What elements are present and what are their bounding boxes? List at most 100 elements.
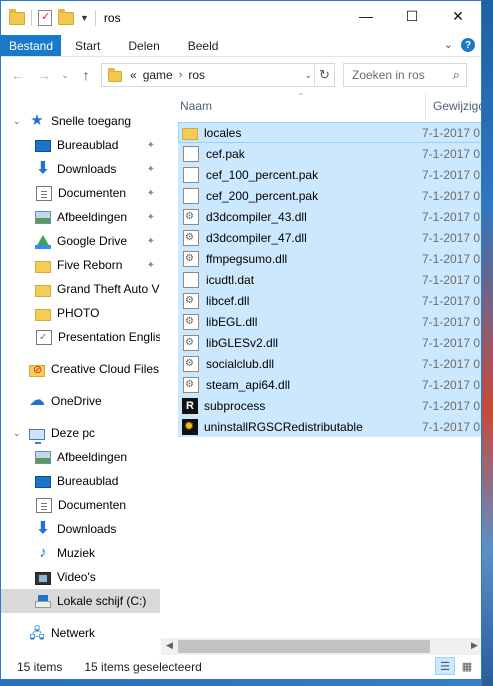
file-row[interactable]: socialclub.dll 7-1-2017 0:00 [178,353,481,374]
properties-icon[interactable] [38,10,52,26]
download-icon: ⬇ [36,520,50,537]
nav-pc-afbeeldingen[interactable]: Afbeeldingen [1,445,160,469]
onedrive-icon: ☁ [29,392,45,409]
sort-ascending-icon: ^ [299,93,303,100]
back-arrow-icon[interactable]: ← [7,67,29,83]
documents-icon [36,185,52,201]
nav-creative-cloud[interactable]: Creative Cloud Files [1,357,160,381]
maximize-button[interactable]: ☐ [389,1,435,31]
nav-item-downloads[interactable]: ⬇ Downloads ✦ [1,157,160,181]
address-bar[interactable]: « game › ros ⌄ ↻ [101,63,335,87]
drive-icon [35,595,51,608]
minimize-button[interactable]: — [343,1,389,31]
pin-icon[interactable]: ✦ [147,212,155,223]
breadcrumb-overflow[interactable]: « [130,68,137,82]
address-dropdown-icon[interactable]: ⌄ [304,70,312,81]
column-headers: ^ Naam Gewijzigd op [160,93,481,119]
breadcrumb-ros[interactable]: ros [188,68,205,82]
file-name: d3dcompiler_47.dll [206,230,307,245]
nav-label: Video's [57,570,96,584]
column-divider[interactable] [425,93,426,119]
pictures-icon [35,211,51,224]
horizontal-scrollbar[interactable]: ◀ ▶ [161,638,481,655]
file-row[interactable]: cef_100_percent.pak 7-1-2017 0:00 [178,164,481,185]
tab-bestand[interactable]: Bestand [1,35,62,56]
nav-label: Deze pc [51,426,96,440]
large-icons-view-icon[interactable]: ▦ [457,657,477,675]
tab-beeld[interactable]: Beeld [174,35,233,56]
column-name[interactable]: Naam [180,99,212,113]
search-input[interactable]: Zoeken in ros ⌕ [343,63,467,87]
file-row[interactable]: d3dcompiler_43.dll 7-1-2017 0:00 [178,206,481,227]
nav-item-photo[interactable]: PHOTO [1,301,160,325]
pin-icon[interactable]: ✦ [147,260,155,271]
pin-icon[interactable]: ✦ [147,164,155,175]
nav-item-afbeeldingen[interactable]: Afbeeldingen ✦ [1,205,160,229]
file-row[interactable]: locales 7-1-2017 0:00 [178,122,481,143]
nav-onedrive[interactable]: ☁ OneDrive [1,389,160,413]
nav-item-bureaublad[interactable]: Bureaublad ✦ [1,133,160,157]
file-row[interactable]: R subprocess 7-1-2017 0:00 [178,395,481,416]
breadcrumb-game[interactable]: game [143,68,173,82]
dll-icon [183,334,199,351]
refresh-icon[interactable]: ↻ [314,64,334,86]
quick-access-toolbar: ▼ [1,8,96,26]
scroll-right-icon[interactable]: ▶ [466,640,481,651]
recent-locations-icon[interactable]: ⌄ [59,70,71,81]
nav-label: Afbeeldingen [57,450,128,464]
chevron-down-icon[interactable]: ⌄ [13,428,21,439]
close-button[interactable]: ✕ [435,1,481,31]
nav-pc-local-disk[interactable]: Lokale schijf (C:) [1,589,160,613]
details-view-icon[interactable]: ☰ [435,657,455,675]
nav-this-pc[interactable]: ⌄ Deze pc [1,421,160,445]
file-row[interactable]: cef.pak 7-1-2017 0:00 [178,143,481,164]
scroll-left-icon[interactable]: ◀ [161,640,178,651]
file-row[interactable]: cef_200_percent.pak 7-1-2017 0:00 [178,185,481,206]
nav-item-presentation-english[interactable]: Presentation English [1,325,160,349]
toolbar-separator [31,10,32,26]
nav-pc-bureaublad[interactable]: Bureaublad [1,469,160,493]
pin-icon[interactable]: ✦ [147,188,155,199]
tab-start[interactable]: Start [61,35,114,56]
pin-icon[interactable]: ✦ [147,140,155,151]
tab-delen[interactable]: Delen [114,35,173,56]
chevron-down-icon[interactable]: ⌄ [13,116,21,127]
nav-pc-videos[interactable]: Video's [1,565,160,589]
customize-toolbar-icon[interactable]: ▼ [80,13,89,23]
nav-pc-documenten[interactable]: Documenten [1,493,160,517]
nav-label: Downloads [57,522,117,536]
new-folder-icon[interactable] [58,8,74,25]
column-date[interactable]: Gewijzigd op [433,99,481,113]
file-name: ffmpegsumo.dll [206,251,288,266]
nav-item-google-drive[interactable]: Google Drive ✦ [1,229,160,253]
pin-icon[interactable]: ✦ [147,236,155,247]
file-row[interactable]: ffmpegsumo.dll 7-1-2017 0:00 [178,248,481,269]
up-arrow-icon[interactable]: ↑ [75,67,97,83]
dll-icon [183,250,199,267]
file-row[interactable]: libcef.dll 7-1-2017 0:00 [178,290,481,311]
scrollbar-thumb[interactable] [178,640,430,653]
file-row[interactable]: uninstallRGSCRedistributable 7-1-2017 0:… [178,416,481,437]
nav-network[interactable]: 🖧 Netwerk [1,621,160,645]
nav-pc-downloads[interactable]: ⬇ Downloads [1,517,160,541]
forward-arrow-icon[interactable]: → [33,67,55,83]
file-row[interactable]: steam_api64.dll 7-1-2017 0:00 [178,374,481,395]
file-row[interactable]: d3dcompiler_47.dll 7-1-2017 0:00 [178,227,481,248]
expand-ribbon-icon[interactable]: ⌄ [444,38,453,52]
file-row[interactable]: icudtl.dat 7-1-2017 0:00 [178,269,481,290]
nav-item-documenten[interactable]: Documenten ✦ [1,181,160,205]
file-icon [183,145,199,162]
nav-quick-access[interactable]: ⌄ ★ Snelle toegang [1,109,160,133]
file-row[interactable]: libGLESv2.dll 7-1-2017 0:00 [178,332,481,353]
file-row[interactable]: libEGL.dll 7-1-2017 0:00 [178,311,481,332]
nav-item-five-reborn[interactable]: Five Reborn ✦ [1,253,160,277]
help-icon[interactable]: ? [461,38,475,52]
desktop-icon [35,476,51,488]
file-name: socialclub.dll [206,356,275,371]
nav-item-gta-v[interactable]: Grand Theft Auto V [1,277,160,301]
music-icon: ♪ [39,544,47,561]
file-date: 7-1-2017 0:00 [422,209,481,224]
breadcrumb-chevron-icon[interactable]: › [179,69,183,81]
nav-pc-muziek[interactable]: ♪ Muziek [1,541,160,565]
file-name: libEGL.dll [206,314,258,329]
